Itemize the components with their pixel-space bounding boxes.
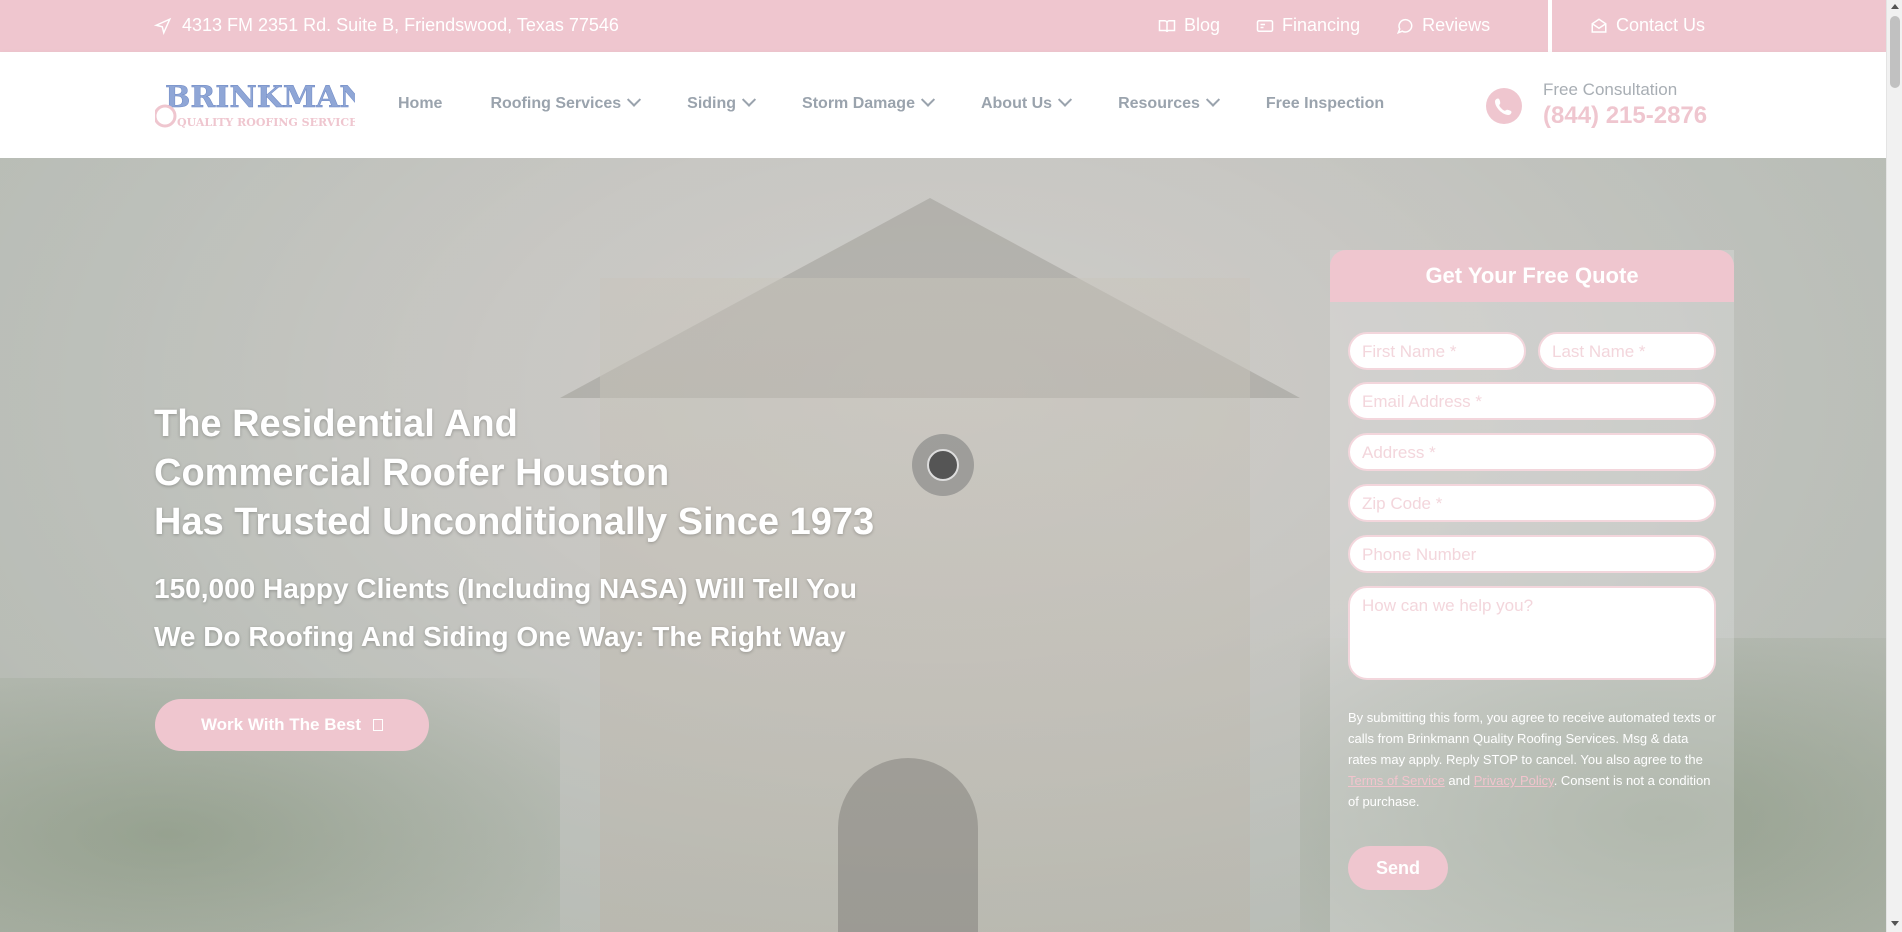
placeholder-glyph-icon — [373, 719, 384, 731]
card-icon — [1256, 19, 1274, 32]
book-icon — [1158, 19, 1176, 32]
nav-resources[interactable]: Resources — [1118, 92, 1220, 113]
financing-label: Financing — [1282, 15, 1361, 35]
scroll-down-icon[interactable] — [1891, 921, 1899, 926]
reviews-link[interactable]: Reviews — [1396, 15, 1490, 36]
subline-line2: We Do Roofing And Siding One Way: The Ri… — [154, 621, 846, 652]
spinner-dot-icon — [927, 449, 959, 481]
contact-us-link[interactable]: Contact Us — [1590, 15, 1705, 36]
reviews-label: Reviews — [1422, 15, 1491, 35]
address-field[interactable]: Address * — [1348, 433, 1716, 471]
background-arch — [838, 758, 978, 932]
hero-subheadline: 150,000 Happy Clients (Including NASA) W… — [154, 565, 857, 661]
top-bar: 4313 FM 2351 Rd. Suite B, Friendswood, T… — [0, 0, 1886, 52]
disclaimer-text: By submitting this form, you agree to re… — [1348, 710, 1716, 767]
chevron-down-icon — [741, 92, 757, 107]
logo-line1: BRINKMANN — [165, 80, 355, 115]
form-title: Get Your Free Quote — [1330, 250, 1734, 302]
zip-code-field[interactable]: Zip Code * — [1348, 484, 1716, 522]
chevron-down-icon — [627, 92, 642, 107]
main-nav: Home Roofing Services Siding Storm Damag… — [398, 92, 1432, 113]
nav-roofing-services[interactable]: Roofing Services — [490, 92, 642, 113]
send-button[interactable]: Send — [1348, 846, 1448, 890]
financing-link[interactable]: Financing — [1256, 15, 1360, 36]
phone-number[interactable]: (844) 215-2876 — [1543, 102, 1707, 130]
email-field[interactable]: Email Address * — [1348, 382, 1716, 420]
hero-section: The Residential And Commercial Roofer Ho… — [0, 158, 1886, 932]
address[interactable]: 4313 FM 2351 Rd. Suite B, Friendswood, T… — [154, 15, 619, 36]
loading-spinner — [912, 434, 974, 496]
location-arrow-icon — [154, 17, 172, 35]
nav-roofing-label: Roofing Services — [490, 95, 622, 112]
first-name-field[interactable]: First Name * — [1348, 332, 1526, 370]
blog-label: Blog — [1184, 15, 1221, 35]
scroll-up-icon[interactable] — [1891, 4, 1899, 9]
headline-line3: Has Trusted Unconditionally Since 1973 — [154, 501, 875, 543]
subline-line1: 150,000 Happy Clients (Including NASA) W… — [154, 573, 857, 604]
terms-link[interactable]: Terms of Service — [1348, 773, 1445, 788]
blog-link[interactable]: Blog — [1158, 15, 1220, 36]
headline-line1: The Residential And — [154, 403, 518, 445]
quote-form: Get Your Free Quote First Name * Last Na… — [1330, 250, 1734, 932]
nav-inspection-label: Free Inspection — [1265, 95, 1385, 112]
headline-line2: Commercial Roofer Houston — [154, 452, 670, 494]
hero-headline: The Residential And Commercial Roofer Ho… — [154, 400, 874, 547]
contact-us-label: Contact Us — [1616, 15, 1706, 35]
site-header: BRINKMANN QUALITY ROOFING SERVICES, INC.… — [0, 52, 1886, 158]
consultation-label: Free Consultation — [1543, 80, 1678, 99]
message-field[interactable]: How can we help you? — [1348, 586, 1716, 680]
address-text: 4313 FM 2351 Rd. Suite B, Friendswood, T… — [182, 15, 619, 35]
chevron-down-icon — [920, 92, 936, 107]
nav-storm-label: Storm Damage — [802, 95, 915, 112]
nav-home[interactable]: Home — [398, 95, 442, 113]
nav-siding[interactable]: Siding — [687, 92, 757, 113]
consent-disclaimer: By submitting this form, you agree to re… — [1348, 707, 1718, 812]
phone-field[interactable]: Phone Number — [1348, 535, 1716, 573]
nav-resources-label: Resources — [1118, 95, 1200, 112]
logo-line2: QUALITY ROOFING SERVICES, INC. — [177, 116, 355, 129]
privacy-link[interactable]: Privacy Policy — [1474, 773, 1554, 788]
top-links: Blog Financing Reviews — [1158, 15, 1490, 36]
chat-icon — [1396, 18, 1413, 34]
nav-about-label: About Us — [980, 95, 1053, 112]
nav-home-label: Home — [398, 95, 443, 112]
chevron-down-icon — [1205, 92, 1220, 107]
phone-icon[interactable] — [1486, 88, 1522, 124]
brinkmann-logo[interactable]: BRINKMANN QUALITY ROOFING SERVICES, INC. — [155, 80, 355, 130]
envelope-icon — [1591, 17, 1607, 33]
nav-free-inspection[interactable]: Free Inspection — [1266, 95, 1384, 113]
scrollbar[interactable] — [1886, 0, 1902, 932]
and-text: and — [1444, 773, 1474, 788]
nav-about-us[interactable]: About Us — [980, 92, 1073, 113]
cta-label: Work With The Best — [200, 715, 362, 734]
free-consultation[interactable]: Free Consultation (844) 215-2876 — [1543, 80, 1707, 130]
scroll-thumb[interactable] — [1890, 16, 1900, 88]
chevron-down-icon — [1058, 92, 1073, 107]
work-with-the-best-button[interactable]: Work With The Best — [155, 699, 429, 751]
nav-siding-label: Siding — [687, 95, 737, 112]
page: 4313 FM 2351 Rd. Suite B, Friendswood, T… — [0, 0, 1902, 932]
divider — [1548, 0, 1552, 52]
last-name-field[interactable]: Last Name * — [1538, 332, 1716, 370]
nav-storm-damage[interactable]: Storm Damage — [802, 92, 936, 113]
